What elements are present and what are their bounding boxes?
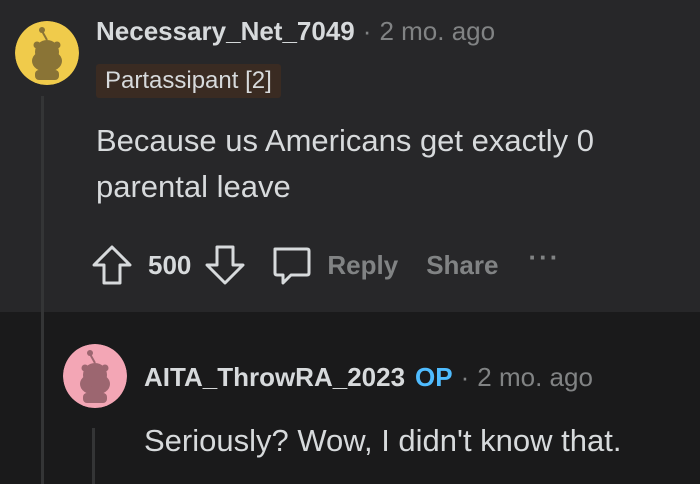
downvote-icon[interactable] bbox=[203, 243, 247, 287]
timestamp[interactable]: 2 mo. ago bbox=[477, 362, 593, 393]
reply-text: Seriously? Wow, I didn't know that. bbox=[144, 423, 622, 458]
username[interactable]: AITA_ThrowRA_2023 bbox=[144, 362, 405, 393]
op-badge: OP bbox=[415, 362, 453, 392]
comment-text-line: Because us Americans get exactly 0 bbox=[96, 123, 594, 158]
comment-body: Because us Americans get exactly 0 paren… bbox=[96, 118, 594, 210]
separator-dot: · bbox=[362, 16, 372, 46]
comment-header: Necessary_Net_7049 · 2 mo. ago bbox=[96, 16, 495, 47]
reply-thread-line[interactable] bbox=[92, 428, 95, 484]
avatar[interactable] bbox=[63, 344, 127, 408]
user-flair: Partassipant [2] bbox=[96, 64, 281, 98]
snoo-avatar-icon bbox=[63, 344, 127, 408]
reply-button[interactable]: Reply bbox=[327, 250, 398, 281]
comment-text-line: parental leave bbox=[96, 169, 291, 204]
snoo-avatar-icon bbox=[15, 21, 79, 85]
reply-icon[interactable] bbox=[269, 243, 313, 287]
upvote-icon[interactable] bbox=[90, 243, 134, 287]
reply-body: Seriously? Wow, I didn't know that. bbox=[144, 418, 621, 464]
share-button[interactable]: Share bbox=[426, 250, 498, 281]
reply-header: AITA_ThrowRA_2023 OP · 2 mo. ago bbox=[144, 362, 593, 393]
username[interactable]: Necessary_Net_7049 bbox=[96, 16, 355, 47]
separator-dot: · bbox=[460, 362, 470, 392]
vote-count: 500 bbox=[148, 249, 192, 280]
comment-actions: 500 Reply Share ··· bbox=[90, 240, 560, 290]
timestamp[interactable]: 2 mo. ago bbox=[379, 16, 495, 47]
thread-line[interactable] bbox=[41, 96, 44, 484]
avatar[interactable] bbox=[15, 21, 79, 85]
more-options-button[interactable]: ··· bbox=[528, 242, 560, 273]
